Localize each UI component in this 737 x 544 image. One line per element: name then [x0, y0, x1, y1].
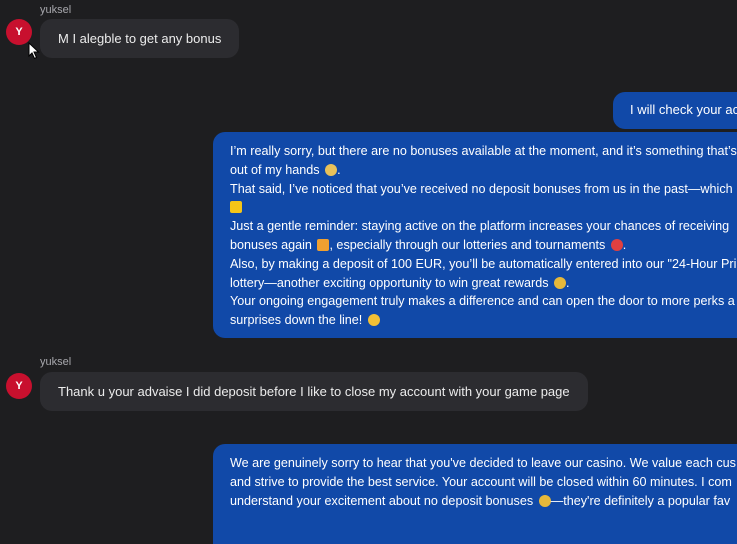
message-line: We are genuinely sorry to hear that you'…: [230, 456, 736, 470]
message-line: , especially through our lotteries and t…: [329, 237, 606, 252]
outgoing-message-bubble: I will check your ac: [613, 92, 737, 129]
message-line: Also, by making a deposit of 100 EUR, yo…: [230, 256, 737, 271]
party-popper-emoji-icon: [554, 276, 567, 289]
party-popper-emoji-icon: [538, 494, 551, 507]
message-text: I will check your ac: [630, 102, 737, 117]
smile-emoji-icon: [367, 314, 380, 327]
message-line: understand your excitement about no depo…: [230, 493, 534, 508]
message-line: bonuses again: [230, 237, 312, 252]
message-text: Thank u your advaise I did deposit befor…: [58, 384, 570, 399]
pray-emoji-icon: [325, 163, 338, 176]
star-emoji-icon: [230, 201, 242, 214]
message-line: I’m really sorry, but there are no bonus…: [230, 144, 737, 158]
mouse-cursor-icon: [28, 42, 40, 60]
message-sender-name: yuksel: [40, 4, 72, 16]
outgoing-message-bubble: We are genuinely sorry to hear that you'…: [213, 444, 737, 544]
message-line: and strive to provide the best service. …: [230, 474, 732, 489]
message-sender-name: yuksel: [40, 356, 72, 368]
avatar-initial: Y: [15, 26, 23, 38]
message-line: Your ongoing engagement truly makes a di…: [230, 294, 735, 309]
message-line: surprises down the line!: [230, 313, 363, 328]
gift-emoji-icon: [317, 238, 330, 251]
message-line: That said, I’ve noticed that you’ve rece…: [230, 181, 733, 196]
message-line: Just a gentle reminder: staying active o…: [230, 219, 730, 234]
target-emoji-icon: [610, 238, 623, 251]
avatar: Y: [6, 373, 32, 399]
avatar-initial: Y: [15, 380, 23, 392]
message-text: M I alegble to get any bonus: [58, 31, 222, 46]
incoming-message-bubble: M I alegble to get any bonus: [40, 19, 240, 58]
incoming-message-bubble: Thank u your advaise I did deposit befor…: [40, 372, 588, 411]
message-line: out of my hands: [230, 162, 320, 177]
outgoing-message-bubble: I’m really sorry, but there are no bonus…: [213, 132, 737, 338]
message-line: —they're definitely a popular fav: [550, 493, 731, 508]
message-line: lottery—another exciting opportunity to …: [230, 275, 549, 290]
